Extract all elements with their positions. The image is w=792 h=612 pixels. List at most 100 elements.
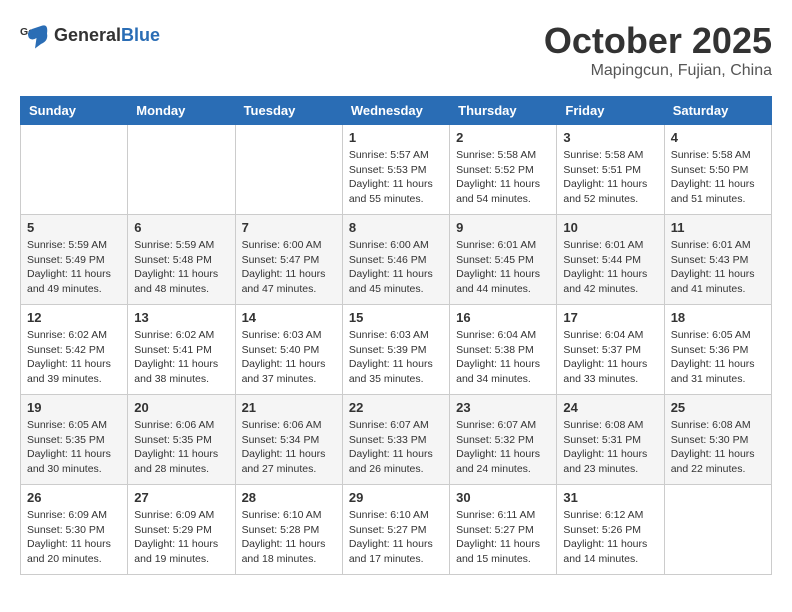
day-info: Sunrise: 6:06 AMSunset: 5:34 PMDaylight:…: [242, 418, 336, 477]
month-title: October 2025: [544, 20, 772, 62]
calendar-cell: 14Sunrise: 6:03 AMSunset: 5:40 PMDayligh…: [235, 305, 342, 395]
calendar-cell: 13Sunrise: 6:02 AMSunset: 5:41 PMDayligh…: [128, 305, 235, 395]
day-number: 24: [563, 400, 657, 415]
calendar-cell: 29 Sunrise: 6:10 AMSunset: 5:27 PMDayligh…: [342, 485, 449, 575]
day-number: 9: [456, 220, 550, 235]
day-of-week-header: Wednesday: [342, 97, 449, 125]
day-info: Sunrise: 6:09 AMSunset: 5:30 PMDaylight:…: [27, 508, 121, 567]
calendar-cell: 22 Sunrise: 6:07 AMSunset: 5:33 PMDayligh…: [342, 395, 449, 485]
calendar-cell: 19 Sunrise: 6:05 AMSunset: 5:35 PMDayligh…: [21, 395, 128, 485]
day-number: 18: [671, 310, 765, 325]
calendar-cell: 17Sunrise: 6:04 AMSunset: 5:37 PMDayligh…: [557, 305, 664, 395]
calendar-cell: 9 Sunrise: 6:01 AMSunset: 5:45 PMDaylight…: [450, 215, 557, 305]
day-of-week-header: Friday: [557, 97, 664, 125]
calendar-cell: 7 Sunrise: 6:00 AMSunset: 5:47 PMDaylight…: [235, 215, 342, 305]
day-number: 14: [242, 310, 336, 325]
day-info: Sunrise: 5:59 AMSunset: 5:48 PMDaylight:…: [134, 238, 228, 297]
day-number: 12: [27, 310, 121, 325]
day-number: 13: [134, 310, 228, 325]
calendar-cell: [235, 125, 342, 215]
day-info: Sunrise: 6:01 AMSunset: 5:43 PMDaylight:…: [671, 238, 765, 297]
day-number: 26: [27, 490, 121, 505]
calendar-cell: 20Sunrise: 6:06 AMSunset: 5:35 PMDayligh…: [128, 395, 235, 485]
day-info: Sunrise: 6:01 AMSunset: 5:45 PMDaylight:…: [456, 238, 550, 297]
day-number: 10: [563, 220, 657, 235]
calendar-cell: 3 Sunrise: 5:58 AMSunset: 5:51 PMDaylight…: [557, 125, 664, 215]
day-number: 31: [563, 490, 657, 505]
calendar-week-row: 1 Sunrise: 5:57 AMSunset: 5:53 PMDaylight…: [21, 125, 772, 215]
calendar-cell: [664, 485, 771, 575]
day-number: 19: [27, 400, 121, 415]
day-info: Sunrise: 5:58 AMSunset: 5:50 PMDaylight:…: [671, 148, 765, 207]
day-number: 3: [563, 130, 657, 145]
day-info: Sunrise: 5:58 AMSunset: 5:52 PMDaylight:…: [456, 148, 550, 207]
day-info: Sunrise: 6:07 AMSunset: 5:33 PMDaylight:…: [349, 418, 443, 477]
calendar-cell: 27 Sunrise: 6:09 AMSunset: 5:29 PMDayligh…: [128, 485, 235, 575]
day-info: Sunrise: 6:01 AMSunset: 5:44 PMDaylight:…: [563, 238, 657, 297]
day-number: 17: [563, 310, 657, 325]
calendar-cell: 26 Sunrise: 6:09 AMSunset: 5:30 PMDayligh…: [21, 485, 128, 575]
calendar-cell: 31 Sunrise: 6:12 AMSunset: 5:26 PMDayligh…: [557, 485, 664, 575]
day-number: 8: [349, 220, 443, 235]
calendar-week-row: 26 Sunrise: 6:09 AMSunset: 5:30 PMDayligh…: [21, 485, 772, 575]
day-of-week-header: Saturday: [664, 97, 771, 125]
day-number: 23: [456, 400, 550, 415]
calendar-cell: 5 Sunrise: 5:59 AMSunset: 5:49 PMDaylight…: [21, 215, 128, 305]
calendar-week-row: 5 Sunrise: 5:59 AMSunset: 5:49 PMDaylight…: [21, 215, 772, 305]
calendar-cell: 30 Sunrise: 6:11 AMSunset: 5:27 PMDayligh…: [450, 485, 557, 575]
day-number: 29: [349, 490, 443, 505]
day-info: Sunrise: 6:00 AMSunset: 5:46 PMDaylight:…: [349, 238, 443, 297]
day-of-week-header: Monday: [128, 97, 235, 125]
calendar: SundayMondayTuesdayWednesdayThursdayFrid…: [20, 96, 772, 575]
day-info: Sunrise: 6:07 AMSunset: 5:32 PMDaylight:…: [456, 418, 550, 477]
calendar-cell: 23 Sunrise: 6:07 AMSunset: 5:32 PMDayligh…: [450, 395, 557, 485]
day-info: Sunrise: 6:09 AMSunset: 5:29 PMDaylight:…: [134, 508, 228, 567]
calendar-cell: [21, 125, 128, 215]
day-info: Sunrise: 5:59 AMSunset: 5:49 PMDaylight:…: [27, 238, 121, 297]
calendar-cell: 24 Sunrise: 6:08 AMSunset: 5:31 PMDayligh…: [557, 395, 664, 485]
day-info: Sunrise: 6:12 AMSunset: 5:26 PMDaylight:…: [563, 508, 657, 567]
day-number: 22: [349, 400, 443, 415]
day-number: 25: [671, 400, 765, 415]
day-number: 30: [456, 490, 550, 505]
day-info: Sunrise: 6:10 AMSunset: 5:27 PMDaylight:…: [349, 508, 443, 567]
calendar-week-row: 19 Sunrise: 6:05 AMSunset: 5:35 PMDayligh…: [21, 395, 772, 485]
logo-icon: Gen: [20, 20, 50, 50]
day-number: 1: [349, 130, 443, 145]
day-number: 28: [242, 490, 336, 505]
location-title: Mapingcun, Fujian, China: [544, 62, 772, 80]
calendar-cell: 11 Sunrise: 6:01 AMSunset: 5:43 PMDayligh…: [664, 215, 771, 305]
calendar-cell: 4Sunrise: 5:58 AMSunset: 5:50 PMDaylight…: [664, 125, 771, 215]
day-info: Sunrise: 5:57 AMSunset: 5:53 PMDaylight:…: [349, 148, 443, 207]
day-of-week-header: Tuesday: [235, 97, 342, 125]
days-of-week-row: SundayMondayTuesdayWednesdayThursdayFrid…: [21, 97, 772, 125]
page-header: Gen GeneralBlue October 2025 Mapingcun, …: [20, 20, 772, 80]
day-number: 16: [456, 310, 550, 325]
day-info: Sunrise: 6:05 AMSunset: 5:35 PMDaylight:…: [27, 418, 121, 477]
logo-text-blue: Blue: [121, 25, 160, 45]
day-info: Sunrise: 6:00 AMSunset: 5:47 PMDaylight:…: [242, 238, 336, 297]
day-info: Sunrise: 5:58 AMSunset: 5:51 PMDaylight:…: [563, 148, 657, 207]
day-number: 7: [242, 220, 336, 235]
day-of-week-header: Sunday: [21, 97, 128, 125]
day-number: 21: [242, 400, 336, 415]
day-info: Sunrise: 6:02 AMSunset: 5:42 PMDaylight:…: [27, 328, 121, 387]
calendar-cell: 6 Sunrise: 5:59 AMSunset: 5:48 PMDaylight…: [128, 215, 235, 305]
day-info: Sunrise: 6:11 AMSunset: 5:27 PMDaylight:…: [456, 508, 550, 567]
day-info: Sunrise: 6:08 AMSunset: 5:30 PMDaylight:…: [671, 418, 765, 477]
calendar-cell: 8 Sunrise: 6:00 AMSunset: 5:46 PMDaylight…: [342, 215, 449, 305]
day-info: Sunrise: 6:04 AMSunset: 5:38 PMDaylight:…: [456, 328, 550, 387]
logo-text-general: General: [54, 25, 121, 45]
day-number: 27: [134, 490, 228, 505]
day-of-week-header: Thursday: [450, 97, 557, 125]
day-info: Sunrise: 6:08 AMSunset: 5:31 PMDaylight:…: [563, 418, 657, 477]
calendar-cell: 10 Sunrise: 6:01 AMSunset: 5:44 PMDayligh…: [557, 215, 664, 305]
day-number: 6: [134, 220, 228, 235]
calendar-cell: 2Sunrise: 5:58 AMSunset: 5:52 PMDaylight…: [450, 125, 557, 215]
title-block: October 2025 Mapingcun, Fujian, China: [544, 20, 772, 80]
calendar-cell: 1 Sunrise: 5:57 AMSunset: 5:53 PMDaylight…: [342, 125, 449, 215]
day-number: 5: [27, 220, 121, 235]
day-number: 11: [671, 220, 765, 235]
calendar-cell: 25 Sunrise: 6:08 AMSunset: 5:30 PMDayligh…: [664, 395, 771, 485]
day-info: Sunrise: 6:05 AMSunset: 5:36 PMDaylight:…: [671, 328, 765, 387]
